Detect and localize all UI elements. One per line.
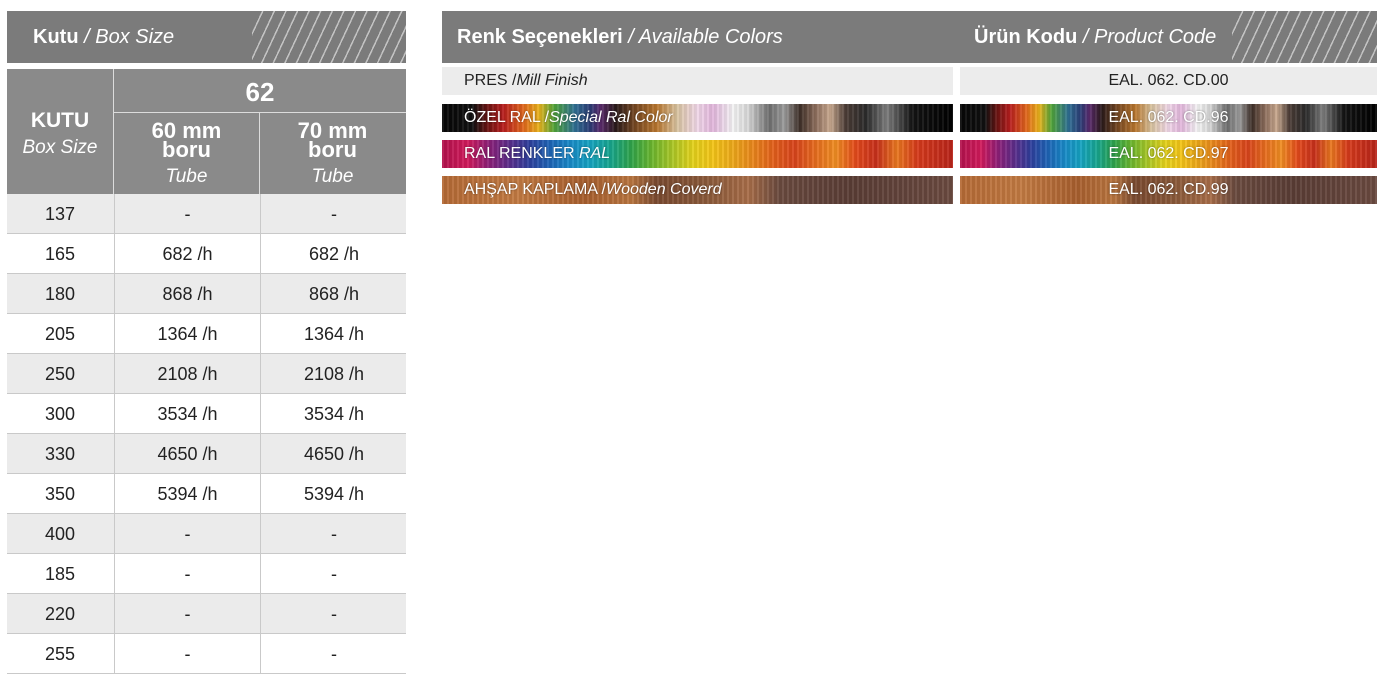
color-option-label: ÖZEL RAL /Special Ral Color	[464, 104, 673, 132]
box-size-cell: 400	[44, 524, 76, 544]
tube-70-cell: 682 /h	[260, 234, 407, 273]
color-name-en: Mill Finish	[516, 72, 588, 89]
product-code-text: EAL. 062. CD.96	[1108, 109, 1229, 126]
table-header: KUTU Box Size 62 60 mm boru Tube 70 mm b…	[7, 69, 406, 194]
table-row: 185 - -	[7, 554, 406, 594]
box-size-cell: 137	[44, 204, 76, 224]
color-option-label: RAL RENKLER RAL	[464, 140, 610, 168]
box-size-cell: 165	[44, 244, 76, 264]
corner-main: KUTU	[30, 109, 90, 132]
table-row: 165 682 /h 682 /h	[7, 234, 406, 274]
color-name-en: Wooden Coverd	[606, 181, 722, 198]
box-size-table: KUTU Box Size 62 60 mm boru Tube 70 mm b…	[7, 69, 406, 674]
tube-60-cell: -	[114, 594, 260, 633]
tube-70-cell: -	[260, 634, 407, 673]
tube-60-cell: 1364 /h	[114, 314, 260, 353]
box-size-header: Kutu / Box Size	[7, 11, 406, 63]
product-code-title-tr: Ürün Kodu	[974, 26, 1078, 48]
product-code-text: EAL. 062. CD.97	[1108, 145, 1229, 162]
column-header-60mm: 60 mm boru Tube	[114, 120, 259, 188]
box-size-cell: 180	[44, 284, 76, 304]
colors-title-tr: Renk Seçenekleri	[457, 26, 623, 48]
product-code-title: Ürün Kodu / Product Code	[974, 11, 1216, 63]
group-header: 62	[245, 77, 275, 107]
tube-60-cell: -	[114, 554, 260, 593]
box-size-title: Kutu / Box Size	[33, 11, 174, 63]
column-word: boru	[308, 137, 357, 162]
tube-70-cell: 3534 /h	[260, 394, 407, 433]
tube-60-cell: 868 /h	[114, 274, 260, 313]
box-size-cell: 185	[44, 564, 76, 584]
box-size-title-tr: Kutu	[33, 26, 79, 48]
tube-60-cell: -	[114, 634, 260, 673]
tube-70-cell: 5394 /h	[260, 474, 407, 513]
tube-60-cell: 2108 /h	[114, 354, 260, 393]
table-row: 180 868 /h 868 /h	[7, 274, 406, 314]
box-size-cell: 220	[44, 604, 76, 624]
tube-70-cell: 868 /h	[260, 274, 407, 313]
corner-sub: Box Size	[22, 137, 98, 158]
box-size-cell: 330	[44, 444, 76, 464]
table-row: 250 2108 /h 2108 /h	[7, 354, 406, 394]
tube-70-cell: 1364 /h	[260, 314, 407, 353]
table-row: 300 3534 /h 3534 /h	[7, 394, 406, 434]
tube-70-cell: -	[260, 514, 407, 553]
table-row: 255 - -	[7, 634, 406, 674]
tube-70-cell: -	[260, 554, 407, 593]
box-size-cell: 250	[44, 364, 76, 384]
table-row: 220 - -	[7, 594, 406, 634]
product-code-title-en: / Product Code	[1082, 26, 1217, 48]
corner-header: KUTU Box Size	[7, 69, 113, 194]
box-size-cell: 205	[44, 324, 76, 344]
colors-header: Renk Seçenekleri / Available Colors Ürün…	[442, 11, 1377, 63]
hatch-decoration	[252, 11, 406, 63]
tube-70-cell: 2108 /h	[260, 354, 407, 393]
tube-60-cell: 4650 /h	[114, 434, 260, 473]
color-name-tr: AHŞAP KAPLAMA /	[464, 181, 606, 198]
box-size-cell: 300	[44, 404, 76, 424]
column-header-70mm: 70 mm boru Tube	[260, 120, 405, 188]
tube-70-cell: -	[260, 594, 407, 633]
color-option-mill: PRES /Mill Finish	[442, 67, 953, 95]
color-name-tr: RAL RENKLER	[464, 145, 575, 162]
color-option-ral: RAL RENKLER RAL	[442, 140, 953, 168]
tube-60-cell: -	[114, 514, 260, 553]
table-row: 350 5394 /h 5394 /h	[7, 474, 406, 514]
column-sub: Tube	[165, 166, 208, 187]
color-name-en: RAL	[574, 145, 611, 162]
color-option-special: ÖZEL RAL /Special Ral Color	[442, 104, 953, 132]
table-row: 330 4650 /h 4650 /h	[7, 434, 406, 474]
box-size-title-en: / Box Size	[84, 26, 175, 48]
colors-title-en: / Available Colors	[628, 26, 783, 48]
header-divider	[114, 112, 406, 113]
column-word: boru	[162, 137, 211, 162]
color-option-label: PRES /Mill Finish	[464, 67, 588, 95]
tube-70-cell: 4650 /h	[260, 434, 407, 473]
product-code-text: EAL. 062. CD.99	[1108, 181, 1229, 198]
column-sub: Tube	[311, 166, 354, 187]
product-code-ral: EAL. 062. CD.97	[960, 140, 1377, 168]
colors-title: Renk Seçenekleri / Available Colors	[457, 11, 783, 63]
tube-60-cell: 5394 /h	[114, 474, 260, 513]
product-code-text: EAL. 062. CD.00	[1108, 72, 1229, 89]
table-body: 137- -165 682 /h 682 /h 180 868 /h 868 /h 205 13…	[7, 194, 406, 674]
color-option-label: AHŞAP KAPLAMA /Wooden Coverd	[464, 176, 722, 204]
hatch-decoration	[1232, 11, 1377, 63]
table-row: 205 1364 /h 1364 /h	[7, 314, 406, 354]
color-name-tr: PRES /	[464, 72, 517, 89]
tube-70-cell: -	[260, 194, 407, 233]
box-size-cell: 350	[44, 484, 76, 504]
color-name-tr: ÖZEL RAL /	[464, 109, 550, 126]
box-size-cell: 255	[44, 644, 76, 664]
product-code-mill: EAL. 062. CD.00	[960, 67, 1377, 95]
tube-60-cell: 3534 /h	[114, 394, 260, 433]
tube-60-cell: 682 /h	[114, 234, 260, 273]
table-row: 137 - -	[7, 194, 406, 234]
color-name-en: Special Ral Color	[549, 109, 673, 126]
color-option-wood: AHŞAP KAPLAMA /Wooden Coverd	[442, 176, 953, 204]
tube-60-cell: -	[114, 194, 260, 233]
product-code-special: EAL. 062. CD.96	[960, 104, 1377, 132]
table-row: 400 - -	[7, 514, 406, 554]
product-code-wood: EAL. 062. CD.99	[960, 176, 1377, 204]
